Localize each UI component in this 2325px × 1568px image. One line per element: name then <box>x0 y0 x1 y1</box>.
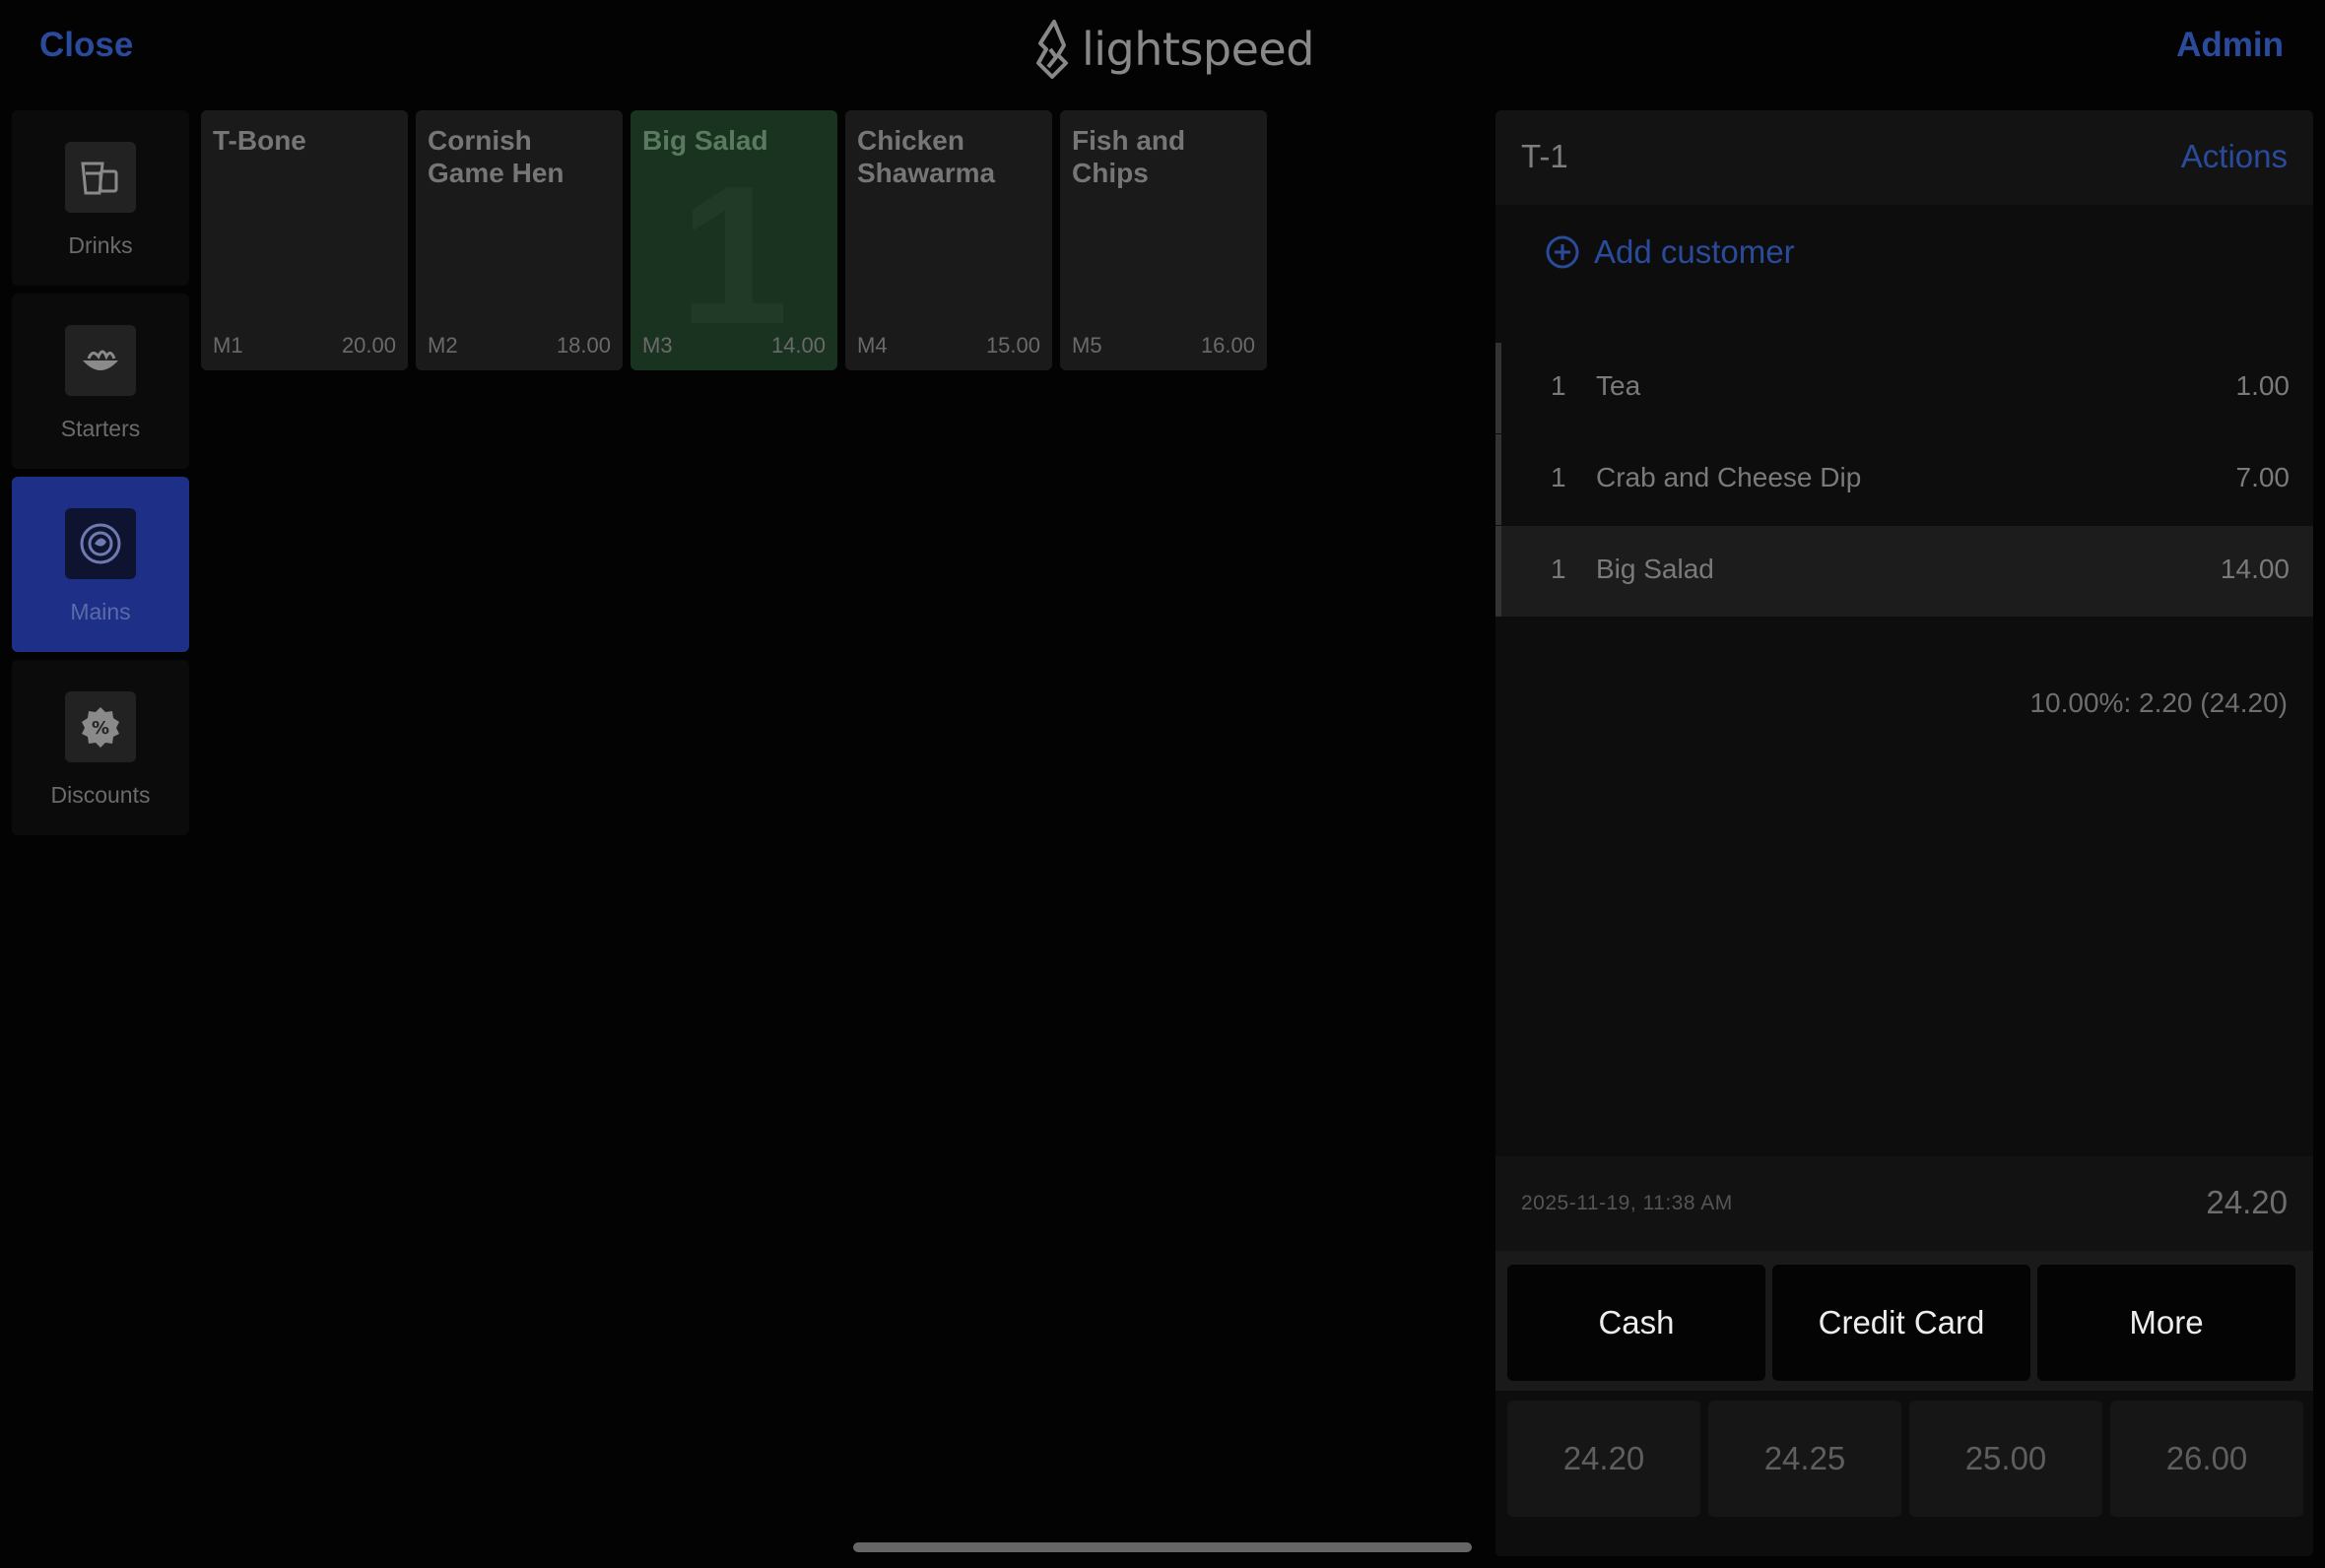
order-line-qty: 1 <box>1551 462 1566 492</box>
quick-amounts-bar: 24.20 24.25 25.00 26.00 <box>1495 1391 2313 1556</box>
svg-text:%: % <box>92 718 109 739</box>
menu-item-code: M3 <box>642 333 673 358</box>
order-header: T-1 Actions <box>1495 110 2313 205</box>
quick-amount-button[interactable]: 26.00 <box>2110 1401 2303 1517</box>
category-label: Starters <box>60 416 141 441</box>
order-line-selected[interactable]: 1 Big Salad 14.00 <box>1495 526 2313 617</box>
top-bar: Close lightspeed Admin <box>0 0 2325 98</box>
close-button[interactable]: Close <box>39 26 133 65</box>
category-label: Mains <box>70 599 131 624</box>
more-button[interactable]: More <box>2037 1265 2295 1381</box>
add-circle-icon <box>1546 235 1579 269</box>
quick-amount-button[interactable]: 24.25 <box>1708 1401 1901 1517</box>
actions-button[interactable]: Actions <box>2181 138 2288 175</box>
order-line[interactable]: 1 Crab and Cheese Dip 7.00 <box>1495 434 2313 525</box>
tax-summary: 10.00%: 2.20 (24.20) <box>2029 687 2288 718</box>
menu-item-chicken-shawarma[interactable]: Chicken Shawarma M4 15.00 <box>845 110 1052 370</box>
credit-card-button[interactable]: Credit Card <box>1772 1265 2030 1381</box>
order-line[interactable]: 1 Tea 1.00 <box>1495 343 2313 433</box>
menu-item-code: M1 <box>213 333 243 358</box>
lightspeed-logo: lightspeed <box>1032 18 1314 81</box>
order-total: 24.20 <box>2206 1184 2288 1220</box>
menu-item-code: M4 <box>857 333 888 358</box>
menu-item-price: 15.00 <box>985 333 1040 358</box>
menu-item-big-salad[interactable]: 1 Big Salad M3 14.00 <box>631 110 837 370</box>
order-line-name: Crab and Cheese Dip <box>1596 462 1862 492</box>
menu-item-price: 16.00 <box>1200 333 1255 358</box>
order-lines: 1 Tea 1.00 1 Crab and Cheese Dip 7.00 1 … <box>1495 343 2313 618</box>
menu-item-name: Cornish Game Hen <box>428 125 565 188</box>
quick-amount-button[interactable]: 24.20 <box>1507 1401 1700 1517</box>
menu-item-name: Fish and Chips <box>1072 125 1186 188</box>
menu-item-name: Chicken Shawarma <box>857 125 996 188</box>
bowl-icon <box>83 350 118 370</box>
cash-button[interactable]: Cash <box>1507 1265 1765 1381</box>
menu-item-t-bone[interactable]: T-Bone M1 20.00 <box>201 110 408 370</box>
order-line-name: Big Salad <box>1596 554 1714 584</box>
category-starters[interactable]: Starters <box>12 294 189 469</box>
logo-text: lightspeed <box>1082 23 1314 76</box>
category-discounts[interactable]: % Discounts <box>12 660 189 835</box>
category-mains[interactable]: Mains <box>12 477 189 652</box>
menu-item-fish-and-chips[interactable]: Fish and Chips M5 16.00 <box>1060 110 1267 370</box>
order-line-qty: 1 <box>1551 370 1566 401</box>
menu-item-code: M5 <box>1072 333 1102 358</box>
category-drinks[interactable]: Drinks <box>12 110 189 286</box>
order-line-price: 14.00 <box>2220 554 2290 584</box>
order-line-qty: 1 <box>1551 554 1566 584</box>
menu-item-quantity: 1 <box>679 146 789 365</box>
payment-methods: Cash Credit Card More <box>1507 1265 2295 1381</box>
menu-item-price: 20.00 <box>341 333 396 358</box>
percent-badge-icon: % <box>82 707 119 748</box>
menu-item-name: T-Bone <box>213 125 306 156</box>
drink-icon <box>81 162 118 195</box>
order-footer: 2025-11-19, 11:38 AM 24.20 <box>1495 1156 2313 1251</box>
menu-item-grid: T-Bone M1 20.00 Cornish Game Hen M2 18.0… <box>201 110 1267 370</box>
table-name: T-1 <box>1521 138 1568 174</box>
order-line-price: 1.00 <box>2235 370 2291 401</box>
category-label: Drinks <box>68 232 133 258</box>
quick-amounts: 24.20 24.25 25.00 26.00 <box>1507 1401 2303 1517</box>
quick-amount-button[interactable]: 25.00 <box>1909 1401 2102 1517</box>
order-panel: T-1 Actions Add customer 1 Tea 1.00 1 Cr… <box>1495 110 2313 1556</box>
menu-item-code: M2 <box>428 333 458 358</box>
menu-item-price: 14.00 <box>770 333 826 358</box>
menu-item-price: 18.00 <box>556 333 611 358</box>
plate-icon <box>80 523 121 564</box>
menu-item-name: Big Salad <box>642 125 768 156</box>
home-indicator[interactable] <box>853 1542 1472 1552</box>
payment-area: Cash Credit Card More 24.20 24.25 25.00 … <box>1495 1251 2313 1556</box>
category-sidebar: Drinks Starters Mains % Discounts <box>12 110 189 843</box>
add-customer-button[interactable]: Add customer <box>1545 230 1795 274</box>
add-customer-label: Add customer <box>1594 233 1795 270</box>
category-label: Discounts <box>50 782 151 808</box>
flame-logo-icon <box>1036 20 1068 79</box>
admin-button[interactable]: Admin <box>2176 26 2284 65</box>
order-timestamp: 2025-11-19, 11:38 AM <box>1521 1192 1733 1214</box>
order-line-name: Tea <box>1596 370 1641 401</box>
menu-item-cornish-game-hen[interactable]: Cornish Game Hen M2 18.00 <box>416 110 623 370</box>
order-line-price: 7.00 <box>2235 462 2291 492</box>
